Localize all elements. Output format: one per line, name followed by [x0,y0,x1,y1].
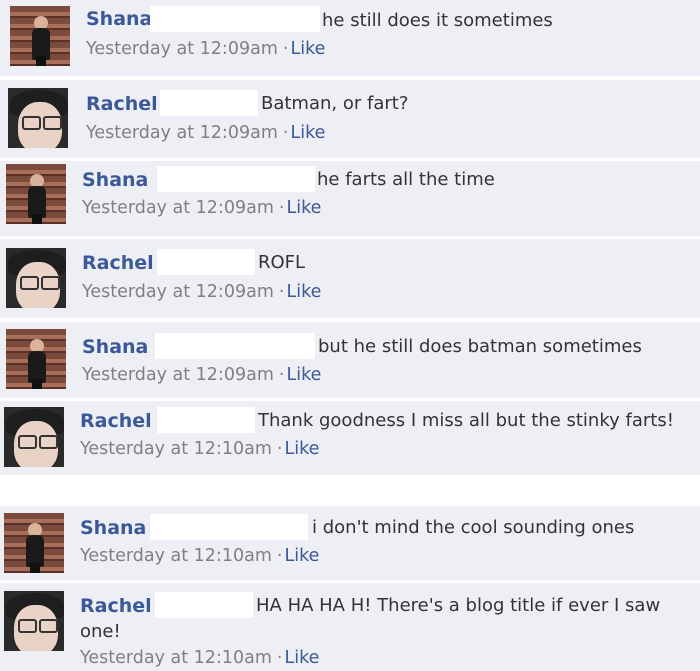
comment-text: but he still does batman sometimes [318,336,642,357]
comment-timestamp[interactable]: Yesterday at 12:09am [86,123,278,143]
redacted-surname [157,407,255,433]
comment-meta: Yesterday at 12:10am · Like [80,546,319,566]
redacted-surname [157,166,315,192]
redacted-surname [155,333,315,359]
comment-item: Rachel Batman, or fart? Yesterday at 12:… [0,80,700,158]
avatar[interactable] [4,513,64,573]
comment-timestamp[interactable]: Yesterday at 12:10am [80,439,272,459]
separator-dot: · [282,123,289,143]
comment-author-link[interactable]: Rachel [82,252,154,274]
comment-timestamp[interactable]: Yesterday at 12:09am [82,282,274,302]
like-link[interactable]: Like [286,365,321,385]
comment-timestamp[interactable]: Yesterday at 12:09am [86,39,278,59]
separator-dot: · [282,39,289,59]
comment-text: he farts all the time [317,169,495,190]
like-link[interactable]: Like [284,648,319,668]
comment-text: ROFL [258,252,306,273]
redacted-surname [150,514,308,540]
redacted-surname [157,249,255,275]
comment-text: Thank goodness I miss all but the stinky… [258,410,674,431]
like-link[interactable]: Like [284,546,319,566]
comment-item: Rachel Thank goodness I miss all but the… [0,401,700,475]
comment-author-link[interactable]: Shana [82,336,148,358]
comment-author-link[interactable]: Rachel [86,93,158,115]
comment-item: Rachel HA HA HA H! There's a blog title … [0,583,700,671]
comment-author-link[interactable]: Shana [80,517,146,539]
comment-meta: Yesterday at 12:10am · Like [80,648,319,668]
comment-timestamp[interactable]: Yesterday at 12:10am [80,648,272,668]
separator-dot: · [276,648,283,668]
separator-dot: · [278,282,285,302]
redacted-surname [150,6,320,32]
comment-timestamp[interactable]: Yesterday at 12:09am [82,365,274,385]
comment-item: Shana but he still does batman sometimes… [0,322,700,398]
comment-item: Shana he farts all the time Yesterday at… [0,161,700,236]
comment-meta: Yesterday at 12:09am · Like [82,198,321,218]
avatar[interactable] [6,329,66,389]
redacted-surname [160,90,258,116]
comment-author-link[interactable]: Shana [82,169,148,191]
like-link[interactable]: Like [286,282,321,302]
separator-dot: · [278,198,285,218]
avatar[interactable] [6,248,66,308]
comment-author-link[interactable]: Shana [86,8,152,30]
separator-dot: · [278,365,285,385]
comment-text: he still does it sometimes [322,10,553,31]
comment-meta: Yesterday at 12:09am · Like [82,365,321,385]
comment-meta: Yesterday at 12:09am · Like [86,39,325,59]
comment-timestamp[interactable]: Yesterday at 12:10am [80,546,272,566]
comment-text: HA HA HA H! There's a blog title if ever… [80,595,661,642]
comment-author-link[interactable]: Rachel [80,410,152,432]
comment-timestamp[interactable]: Yesterday at 12:09am [82,198,274,218]
like-link[interactable]: Like [286,198,321,218]
separator-dot: · [276,439,283,459]
like-link[interactable]: Like [290,39,325,59]
avatar[interactable] [4,407,64,467]
comment-meta: Yesterday at 12:09am · Like [82,282,321,302]
comment-meta: Yesterday at 12:09am · Like [86,123,325,143]
like-link[interactable]: Like [290,123,325,143]
comment-item: Shana i don't mind the cool sounding one… [0,506,700,580]
separator-dot: · [276,546,283,566]
comment-text: i don't mind the cool sounding ones [312,517,635,538]
comment-item: Shana he still does it sometimes Yesterd… [0,0,700,76]
avatar[interactable] [10,6,70,66]
avatar[interactable] [6,164,66,224]
comment-text: Batman, or fart? [261,93,409,114]
avatar[interactable] [4,591,64,651]
avatar[interactable] [8,88,68,148]
like-link[interactable]: Like [284,439,319,459]
comment-item: Rachel ROFL Yesterday at 12:09am · Like [0,239,700,318]
comment-meta: Yesterday at 12:10am · Like [80,439,319,459]
